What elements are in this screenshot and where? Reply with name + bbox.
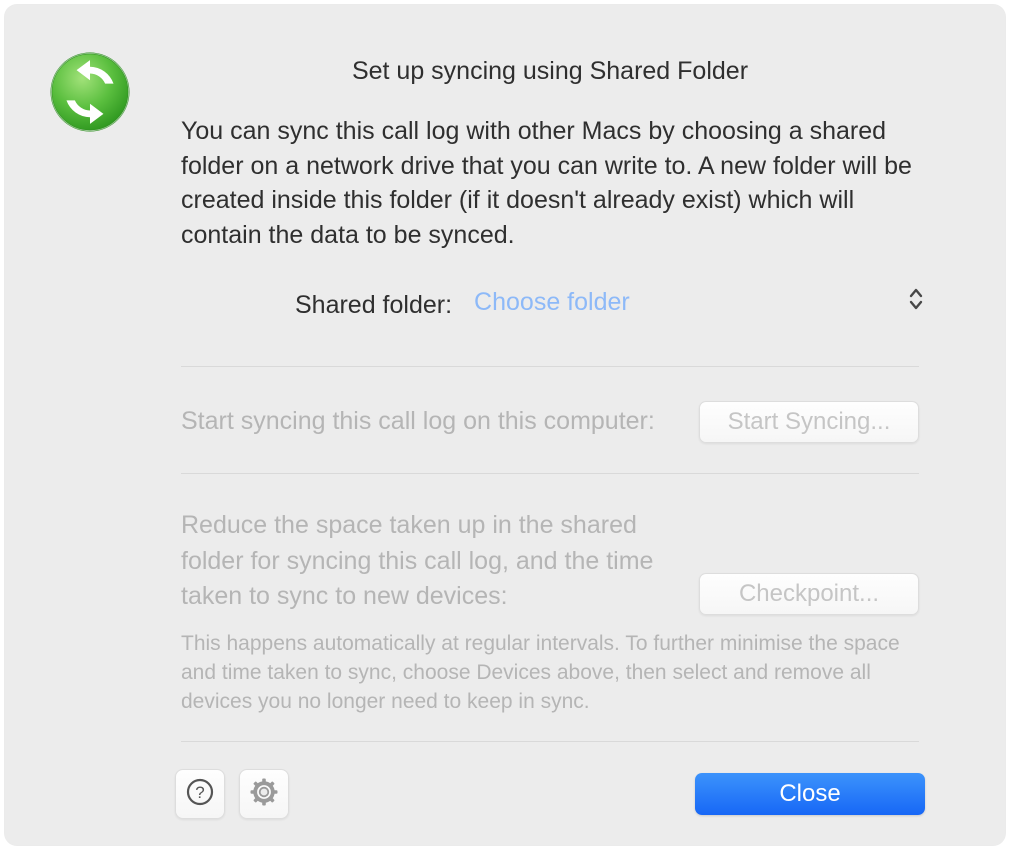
gear-icon bbox=[249, 777, 279, 812]
checkpoint-button[interactable]: Checkpoint... bbox=[699, 573, 919, 615]
start-sync-text: Start syncing this call log on this comp… bbox=[181, 404, 669, 440]
start-sync-section: Start syncing this call log on this comp… bbox=[175, 367, 925, 473]
checkpoint-section: Reduce the space taken up in the shared … bbox=[175, 474, 925, 627]
dialog-content: Set up syncing using Shared Folder You c… bbox=[175, 45, 925, 815]
checkpoint-note: This happens automatically at regular in… bbox=[181, 629, 919, 717]
checkpoint-text: Reduce the space taken up in the shared … bbox=[181, 508, 669, 615]
svg-text:?: ? bbox=[195, 783, 204, 802]
close-button[interactable]: Close bbox=[695, 773, 925, 815]
settings-button[interactable] bbox=[239, 769, 289, 819]
dialog-description: You can sync this call log with other Ma… bbox=[181, 114, 919, 252]
shared-folder-label: Shared folder: bbox=[295, 291, 452, 320]
dialog-footer: ? bbox=[175, 769, 925, 819]
sync-icon bbox=[48, 50, 132, 134]
chevron-up-down-icon bbox=[907, 284, 925, 314]
shared-folder-placeholder: Choose folder bbox=[474, 288, 630, 316]
shared-folder-select[interactable]: Choose folder bbox=[474, 288, 925, 322]
help-button[interactable]: ? bbox=[175, 769, 225, 819]
sync-setup-dialog: Set up syncing using Shared Folder You c… bbox=[5, 5, 1005, 845]
shared-folder-row: Shared folder: Choose folder bbox=[175, 288, 925, 322]
divider bbox=[181, 741, 919, 742]
dialog-title: Set up syncing using Shared Folder bbox=[175, 57, 925, 86]
start-syncing-button[interactable]: Start Syncing... bbox=[699, 401, 919, 443]
help-icon: ? bbox=[185, 777, 215, 812]
